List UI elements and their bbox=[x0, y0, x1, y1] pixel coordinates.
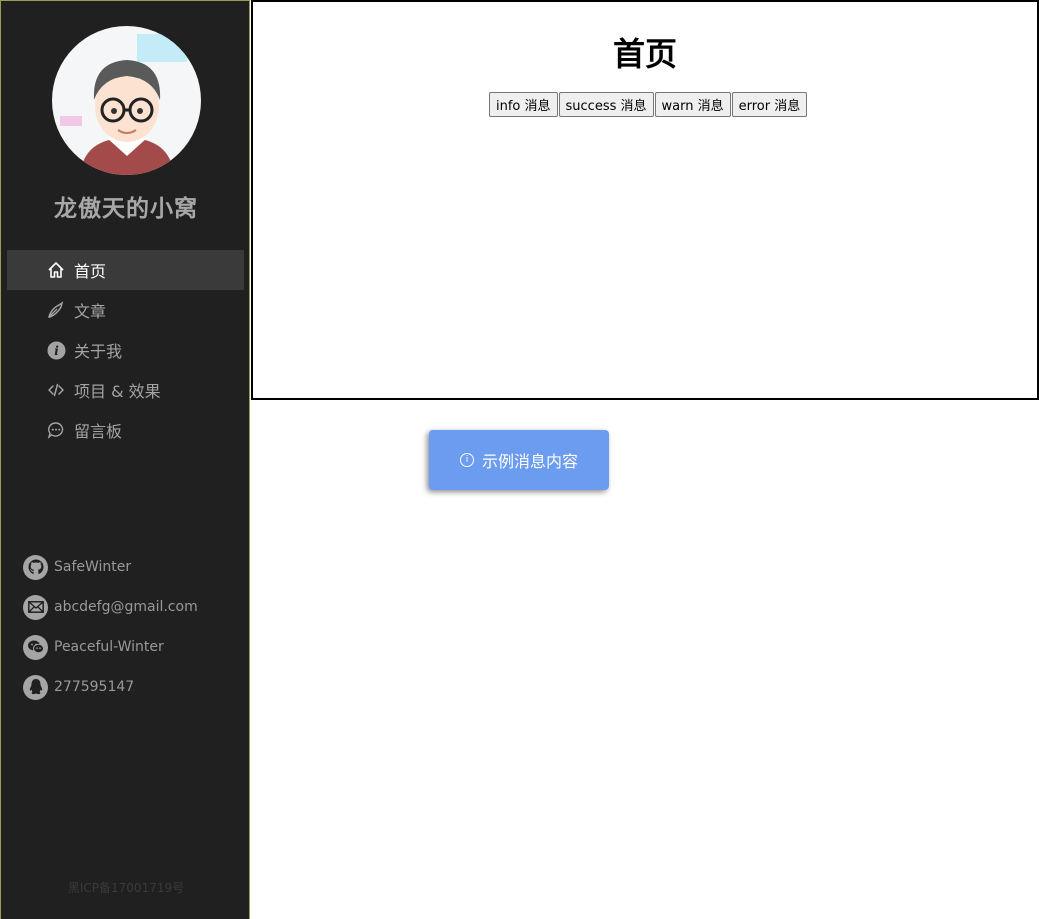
toast-message: i 示例消息内容 bbox=[429, 430, 609, 490]
contact-label: Peaceful-Winter bbox=[54, 639, 164, 655]
nav-item-home[interactable]: 首页 bbox=[7, 250, 244, 290]
nav-item-label: 项目 & 效果 bbox=[74, 382, 161, 401]
toast-text: 示例消息内容 bbox=[481, 452, 578, 471]
mail-icon bbox=[23, 594, 48, 620]
contact-wechat[interactable]: Peaceful-Winter bbox=[23, 627, 198, 667]
nav-item-label: 关于我 bbox=[74, 342, 123, 361]
nav-item-projects[interactable]: 项目 & 效果 bbox=[7, 370, 244, 410]
error-message-button[interactable]: error 消息 bbox=[731, 92, 808, 117]
code-icon bbox=[46, 380, 66, 400]
wechat-icon bbox=[23, 634, 48, 660]
site-title: 龙傲天的小窝 bbox=[54, 196, 198, 222]
contact-label: 277595147 bbox=[54, 679, 135, 695]
contact-qq[interactable]: 277595147 bbox=[23, 667, 198, 707]
avatar bbox=[52, 26, 201, 175]
blog-icon bbox=[46, 300, 66, 320]
message-button-row: info 消息 success 消息 warn 消息 error 消息 bbox=[489, 92, 808, 117]
sidebar: 龙傲天的小窝 首页 文章 i 关于我 项目 & 效果 留言板 SafeWinte… bbox=[0, 0, 250, 919]
nav-menu: 首页 文章 i 关于我 项目 & 效果 留言板 bbox=[7, 250, 244, 450]
github-icon bbox=[23, 554, 48, 580]
chat-icon bbox=[46, 420, 66, 440]
contact-github[interactable]: SafeWinter bbox=[23, 547, 198, 587]
nav-item-about[interactable]: i 关于我 bbox=[7, 330, 244, 370]
info-icon: i bbox=[46, 340, 66, 360]
contact-label: SafeWinter bbox=[54, 559, 132, 575]
nav-item-articles[interactable]: 文章 bbox=[7, 290, 244, 330]
contact-email[interactable]: abcdefg@gmail.com bbox=[23, 587, 198, 627]
info-message-button[interactable]: info 消息 bbox=[489, 92, 558, 117]
main-panel: 首页 info 消息 success 消息 warn 消息 error 消息 bbox=[251, 0, 1039, 400]
info-circle-icon: i bbox=[459, 453, 474, 467]
qq-icon bbox=[23, 674, 48, 700]
success-message-button[interactable]: success 消息 bbox=[558, 92, 654, 117]
nav-item-label: 文章 bbox=[74, 302, 107, 321]
nav-item-label: 首页 bbox=[74, 262, 107, 281]
page-title: 首页 bbox=[612, 35, 677, 73]
contact-label: abcdefg@gmail.com bbox=[54, 599, 198, 615]
warn-message-button[interactable]: warn 消息 bbox=[654, 92, 731, 117]
nav-item-label: 留言板 bbox=[74, 422, 123, 441]
home-icon bbox=[46, 260, 66, 280]
nav-item-guestbook[interactable]: 留言板 bbox=[7, 410, 244, 450]
svg-text:i: i bbox=[54, 344, 59, 358]
contact-list: SafeWinter abcdefg@gmail.com Peaceful-Wi… bbox=[23, 547, 198, 707]
icp-footer[interactable]: 黑ICP备17001719号 bbox=[1, 879, 251, 896]
